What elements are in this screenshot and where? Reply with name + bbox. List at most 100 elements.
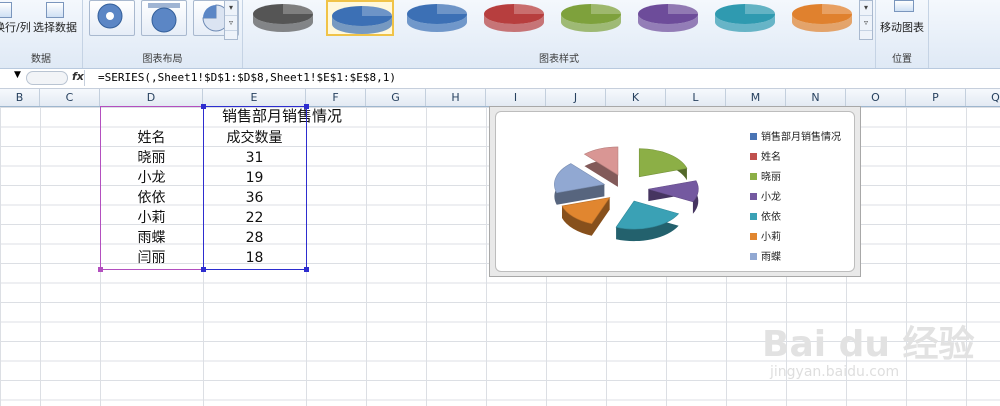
legend-swatch	[750, 193, 757, 200]
more-icon[interactable]: ▿	[860, 16, 872, 31]
pie-style-icon	[715, 4, 775, 32]
legend-item[interactable]: 姓名	[750, 148, 781, 163]
range-handle[interactable]	[98, 267, 103, 272]
grid-line	[426, 107, 427, 406]
range-handle[interactable]	[304, 104, 309, 109]
column-header-K[interactable]: K	[606, 89, 666, 106]
pie-style-icon	[253, 4, 313, 32]
column-header-D[interactable]: D	[100, 89, 203, 106]
column-header-L[interactable]: L	[666, 89, 726, 106]
chart-style-6[interactable]	[634, 0, 702, 36]
chart-style-group: 图表样式	[243, 0, 876, 68]
baidu-watermark-url: jingyan.baidu.com	[770, 364, 900, 380]
column-header-P[interactable]: P	[906, 89, 966, 106]
layout-thumb-2[interactable]	[141, 0, 187, 36]
legend-label: 姓名	[761, 152, 781, 163]
layout-gallery-scroll[interactable]: ▾ ▿	[224, 0, 238, 40]
formula-bar-expand[interactable]	[26, 71, 68, 85]
select-data-icon[interactable]	[46, 2, 64, 18]
chart-style-3[interactable]	[403, 0, 471, 36]
switch-row-column-icon[interactable]	[0, 2, 12, 18]
chart-style-5[interactable]	[557, 0, 625, 36]
select-data-button[interactable]: 选择数据	[33, 19, 77, 35]
legend-swatch	[750, 133, 757, 140]
grid-line	[40, 107, 41, 406]
legend-swatch	[750, 233, 757, 240]
column-header-G[interactable]: G	[366, 89, 426, 106]
more-icon[interactable]: ▿	[225, 16, 237, 31]
pie-style-icon	[332, 6, 392, 34]
range-handle[interactable]	[201, 104, 206, 109]
insert-function-icon[interactable]: fx	[72, 70, 84, 83]
series-values-range	[203, 106, 307, 270]
legend-swatch	[750, 153, 757, 160]
grid-line	[366, 107, 367, 406]
column-header-C[interactable]: C	[40, 89, 100, 106]
range-handle[interactable]	[201, 267, 206, 272]
legend-label: 小龙	[761, 192, 781, 203]
pie-style-icon	[792, 4, 852, 32]
pie-layout-icon	[148, 3, 180, 33]
formula-input[interactable]: =SERIES(,Sheet1!$D$1:$D$8,Sheet1!$E$1:$E…	[98, 71, 396, 84]
legend-label: 销售部月销售情况	[761, 132, 841, 143]
legend-label: 小莉	[761, 232, 781, 243]
series-name-range	[100, 106, 204, 270]
chart-area[interactable]: 销售部月销售情况 姓名晓丽小龙依依小莉雨蝶	[495, 111, 855, 272]
column-header-N[interactable]: N	[786, 89, 846, 106]
pie-style-icon	[407, 4, 467, 32]
layout-thumb-1[interactable]	[89, 0, 135, 36]
column-header-O[interactable]: O	[846, 89, 906, 106]
pie-slice[interactable]	[561, 197, 611, 236]
formula-bar: ▼ fx =SERIES(,Sheet1!$D$1:$D$8,Sheet1!$E…	[0, 69, 1000, 89]
column-header-Q[interactable]: Q	[966, 89, 1000, 106]
style-gallery-scroll[interactable]: ▾ ▿	[859, 0, 873, 40]
data-group-label: 数据	[31, 54, 51, 65]
column-header-H[interactable]: H	[426, 89, 486, 106]
column-header-M[interactable]: M	[726, 89, 786, 106]
legend-item[interactable]: 小龙	[750, 188, 781, 203]
pie-slice-top	[638, 148, 688, 178]
move-chart-icon[interactable]	[894, 0, 914, 12]
column-headers: BCDEFGHIJKLMNOPQ	[0, 89, 1000, 107]
chevron-down-icon[interactable]: ▼	[14, 70, 21, 80]
chart-style-2[interactable]	[326, 0, 394, 36]
legend-label: 依依	[761, 212, 781, 223]
pie-layout-icon	[97, 3, 123, 29]
grid-line	[486, 107, 487, 406]
pie-plot-area[interactable]	[526, 118, 726, 268]
chart-layout-group: 图表布局	[83, 0, 243, 68]
data-group: 换行/列 选择数据 数据	[0, 0, 83, 68]
range-handle[interactable]	[304, 267, 309, 272]
legend-item[interactable]: 小莉	[750, 228, 781, 243]
legend-swatch	[750, 213, 757, 220]
legend-swatch	[750, 173, 757, 180]
chevron-down-icon[interactable]: ▾	[860, 1, 872, 16]
pie-slice[interactable]	[615, 200, 680, 242]
chevron-down-icon[interactable]: ▾	[225, 1, 237, 16]
legend-item[interactable]: 雨蝶	[750, 248, 781, 263]
move-chart-button[interactable]: 移动图表	[880, 19, 924, 35]
column-header-B[interactable]: B	[0, 89, 40, 106]
legend-swatch	[750, 253, 757, 260]
switch-row-column-button[interactable]: 换行/列	[0, 19, 31, 35]
column-header-E[interactable]: E	[203, 89, 306, 106]
chart-style-4[interactable]	[480, 0, 548, 36]
pie-slice[interactable]	[638, 148, 688, 189]
chart-object[interactable]: 销售部月销售情况 姓名晓丽小龙依依小莉雨蝶	[489, 106, 861, 277]
column-header-J[interactable]: J	[546, 89, 606, 106]
column-header-I[interactable]: I	[486, 89, 546, 106]
chart-style-1[interactable]	[249, 0, 317, 36]
pie-style-icon	[638, 4, 698, 32]
chart-layout-group-label: 图表布局	[142, 54, 183, 65]
ribbon: 换行/列 选择数据 数据 图表布局 ▾▿ 图表样式 ▾▿ 移动图表 位置	[0, 0, 1000, 69]
chart-style-8[interactable]	[788, 0, 856, 36]
location-group: 移动图表 位置	[876, 0, 929, 68]
location-group-label: 位置	[892, 54, 912, 65]
legend-label: 晓丽	[761, 172, 781, 183]
legend-item[interactable]: 晓丽	[750, 168, 781, 183]
chart-style-group-label: 图表样式	[539, 54, 579, 65]
legend-item[interactable]: 依依	[750, 208, 781, 223]
legend-item[interactable]: 销售部月销售情况	[750, 128, 841, 143]
column-header-F[interactable]: F	[306, 89, 366, 106]
chart-style-7[interactable]	[711, 0, 779, 36]
